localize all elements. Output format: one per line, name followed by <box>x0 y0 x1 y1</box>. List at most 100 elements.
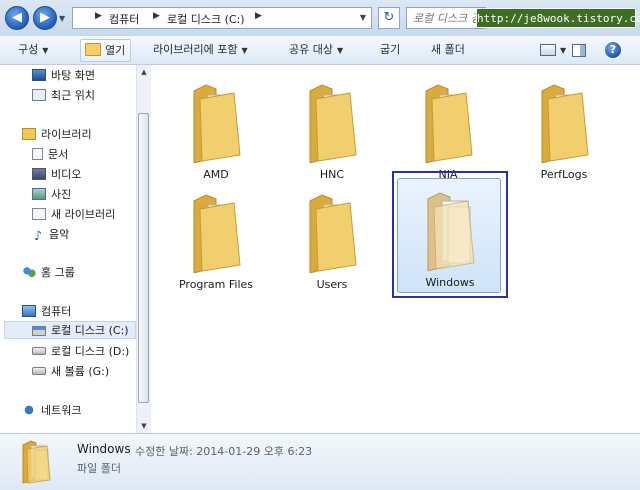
nav-item-label: 라이브러리 <box>41 128 92 141</box>
nav-item-label: 최근 위치 <box>51 89 95 102</box>
breadcrumb-computer[interactable]: 컴퓨터 <box>109 11 139 27</box>
nav-item-local-disk-c[interactable]: 로컬 디스크 (C:) <box>4 321 136 339</box>
nav-scrollbar[interactable]: ▲ ▼ <box>136 65 151 433</box>
nav-item-label: 비디오 <box>51 168 82 181</box>
folder-label: PerfLogs <box>540 168 588 181</box>
folder-icon <box>309 84 357 163</box>
folder-icon <box>425 84 473 163</box>
pictures-icon <box>32 188 46 200</box>
modified-label: 수정한 날짜: <box>135 445 193 458</box>
folder-item[interactable]: PerfLogs <box>512 71 616 185</box>
search-box[interactable] <box>406 7 493 29</box>
nav-item-libraries[interactable]: 라이브러리 <box>22 126 92 144</box>
nav-item-label: 바탕 화면 <box>51 69 95 82</box>
modified-value: 2014-01-29 오후 6:23 <box>196 445 313 458</box>
details-modified: 수정한 날짜: 2014-01-29 오후 6:23 <box>135 443 312 459</box>
folder-icon <box>309 194 357 273</box>
computer-icon <box>22 305 36 317</box>
folder-icon <box>193 194 241 273</box>
details-type: 파일 폴더 <box>77 462 121 475</box>
folder-label: HNC <box>319 168 345 181</box>
scroll-down-icon[interactable]: ▼ <box>137 419 151 433</box>
chevron-down-icon: ▼ <box>42 46 49 55</box>
folder-icon <box>193 84 241 163</box>
folder-item[interactable]: AMD <box>164 71 268 185</box>
folder-label: Program Files <box>178 278 254 291</box>
scroll-thumb[interactable] <box>138 113 149 403</box>
nav-item-homegroup[interactable]: 홈 그룹 <box>22 264 75 282</box>
scroll-up-icon[interactable]: ▲ <box>137 65 151 79</box>
include-in-library-label: 라이브러리에 포함 <box>153 43 238 56</box>
preview-pane-icon[interactable] <box>572 44 586 57</box>
new-folder-button[interactable]: 새 폴더 <box>431 36 465 64</box>
chevron-down-icon: ▼ <box>241 46 248 55</box>
chevron-right-icon[interactable]: ▶ <box>255 11 262 21</box>
folder-icon <box>541 84 589 163</box>
nav-item-label: 컴퓨터 <box>41 305 72 318</box>
nav-item-label: 사진 <box>51 188 72 201</box>
include-in-library-button[interactable]: 라이브러리에 포함 ▼ <box>153 36 248 64</box>
drive-icon <box>32 347 46 355</box>
folder-item[interactable]: HNC <box>280 71 384 185</box>
folder-item[interactable]: Users <box>280 181 384 295</box>
desktop-icon <box>32 69 46 81</box>
nav-item-local-disk-d[interactable]: 로컬 디스크 (D:) <box>32 343 129 361</box>
folder-label: Users <box>316 278 348 291</box>
network-icon <box>22 404 36 416</box>
organize-button[interactable]: 구성 ▼ <box>18 36 48 64</box>
breadcrumb-local-disk-c[interactable]: 로컬 디스크 (C:) <box>167 11 245 27</box>
watermark-url: http://je8wook.tistory.com <box>476 8 640 28</box>
nav-item-computer[interactable]: 컴퓨터 <box>22 303 71 321</box>
libraries-icon <box>22 128 36 140</box>
nav-item-pictures[interactable]: 사진 <box>32 186 71 204</box>
nav-item-label: 문서 <box>48 148 69 161</box>
open-button[interactable]: 열기 <box>80 39 132 62</box>
folder-icon <box>22 440 51 484</box>
nav-item-desktop[interactable]: 바탕 화면 <box>32 67 95 85</box>
drive-icon <box>32 367 46 375</box>
refresh-button[interactable]: ↻ <box>378 7 400 29</box>
folder-item[interactable]: NIA <box>396 71 500 185</box>
nav-item-label: 새 볼륨 (G:) <box>51 365 110 378</box>
change-view-icon[interactable] <box>540 44 556 56</box>
help-icon[interactable]: ? <box>605 42 621 58</box>
nav-item-music[interactable]: ♪ 음악 <box>32 226 69 244</box>
back-button[interactable]: ◀ <box>5 6 29 30</box>
address-box[interactable]: ▶ 컴퓨터 ▶ 로컬 디스크 (C:) ▶ ▼ <box>72 7 372 29</box>
nav-item-label: 음악 <box>49 228 70 241</box>
new-library-icon <box>32 208 46 220</box>
open-label: 열기 <box>105 44 126 57</box>
share-with-label: 공유 대상 <box>289 43 333 56</box>
music-icon: ♪ <box>33 229 43 244</box>
nav-item-videos[interactable]: 비디오 <box>32 166 81 184</box>
recent-pages-dropdown-icon[interactable]: ▼ <box>59 14 65 23</box>
nav-item-new-library[interactable]: 새 라이브러리 <box>32 206 115 224</box>
burn-button[interactable]: 굽기 <box>380 36 400 64</box>
chevron-right-icon[interactable]: ▶ <box>153 11 160 21</box>
system-drive-icon <box>32 326 46 336</box>
nav-item-new-volume-g[interactable]: 새 볼륨 (G:) <box>32 363 109 381</box>
nav-item-label: 네트워크 <box>41 404 82 417</box>
selection-highlight-frame <box>392 171 508 298</box>
nav-item-network[interactable]: 네트워크 <box>22 402 81 420</box>
recent-places-icon <box>32 89 46 101</box>
share-with-button[interactable]: 공유 대상 ▼ <box>289 36 343 64</box>
nav-item-documents[interactable]: 문서 <box>32 146 68 164</box>
command-bar: 구성 ▼ 열기 라이브러리에 포함 ▼ 공유 대상 ▼ 굽기 새 폴더 ▼ ? <box>0 36 640 65</box>
folder-label: AMD <box>203 168 229 181</box>
forward-button[interactable]: ▶ <box>33 6 57 30</box>
documents-icon <box>32 148 43 160</box>
view-dropdown-icon[interactable]: ▼ <box>560 46 566 55</box>
chevron-down-icon: ▼ <box>336 46 344 55</box>
details-name: Windows <box>77 442 131 456</box>
homegroup-icon <box>22 266 36 278</box>
organize-label: 구성 <box>18 43 39 56</box>
nav-item-recent-places[interactable]: 최근 위치 <box>32 87 95 105</box>
details-pane: Windows 수정한 날짜: 2014-01-29 오후 6:23 파일 폴더 <box>0 433 640 490</box>
videos-icon <box>32 168 46 180</box>
chevron-right-icon[interactable]: ▶ <box>95 11 102 21</box>
folder-item[interactable]: Program Files <box>164 181 268 295</box>
address-bar: ◀ ▶ ▼ ▶ 컴퓨터 ▶ 로컬 디스크 (C:) ▶ ▼ ↻ http://j… <box>0 0 640 37</box>
address-dropdown-icon[interactable]: ▼ <box>360 13 366 22</box>
navigation-pane: 바탕 화면 최근 위치 라이브러리 문서 비디오 사진 새 라이브러리 ♪ 음악 … <box>0 65 151 433</box>
